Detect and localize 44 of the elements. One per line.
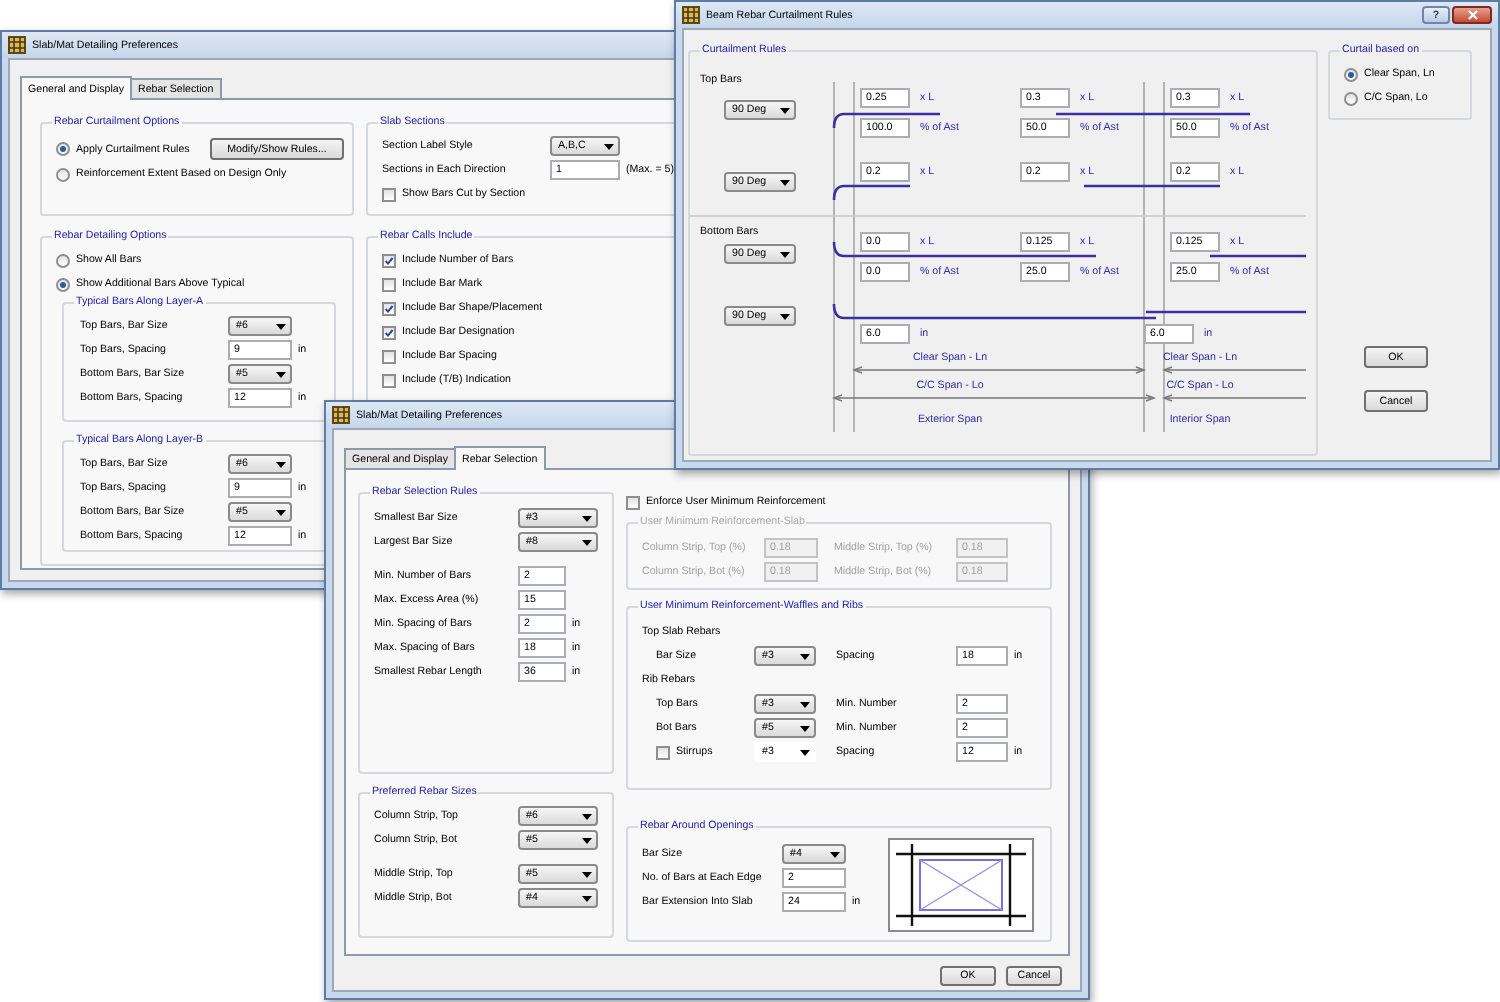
checkbox[interactable]	[382, 325, 396, 339]
close-button[interactable]	[1452, 6, 1492, 24]
dropdown-arrow-icon	[800, 725, 810, 731]
checkbox[interactable]	[656, 745, 670, 759]
dropdown-arrow-icon	[800, 701, 810, 707]
rebar-line	[832, 112, 940, 129]
radio-button[interactable]	[1344, 67, 1358, 81]
radio-button[interactable]	[56, 142, 70, 156]
checkbox[interactable]	[382, 373, 396, 387]
dropdown-arrow-icon	[582, 895, 592, 901]
radio-button[interactable]	[56, 277, 70, 291]
close-icon	[1467, 10, 1477, 20]
rebar-line	[1210, 254, 1306, 258]
dropdown-arrow-icon	[780, 251, 790, 257]
dropdown-arrow-icon	[276, 509, 286, 515]
checkbox[interactable]	[382, 349, 396, 363]
grid-icon	[332, 406, 350, 424]
dropdown-arrow-icon	[800, 653, 810, 659]
rebar-line	[1084, 184, 1220, 188]
checkbox[interactable]	[382, 187, 396, 201]
dropdown-arrow-icon	[800, 749, 810, 755]
checkbox[interactable]	[382, 301, 396, 315]
rebar-line	[832, 184, 910, 201]
dropdown-arrow-icon	[276, 461, 286, 467]
grid-icon	[682, 6, 700, 24]
dropdown-arrow-icon	[582, 837, 592, 843]
checkbox[interactable]	[626, 495, 640, 509]
dropdown-arrow-icon	[276, 371, 286, 377]
checkbox[interactable]	[382, 253, 396, 267]
dropdown-arrow-icon	[582, 871, 592, 877]
dropdown-arrow-icon	[780, 179, 790, 185]
radio-button[interactable]	[56, 253, 70, 267]
radio-button[interactable]	[1344, 91, 1358, 105]
dropdown-arrow-icon	[830, 851, 840, 857]
checkbox[interactable]	[382, 277, 396, 291]
dropdown-arrow-icon	[276, 323, 286, 329]
dropdown-arrow-icon	[582, 813, 592, 819]
dropdown-arrow-icon	[604, 143, 614, 149]
grid-icon	[8, 36, 26, 54]
dropdown-arrow-icon	[582, 539, 592, 545]
radio-button[interactable]	[56, 167, 70, 181]
dropdown-arrow-icon	[582, 515, 592, 521]
dropdown-arrow-icon	[780, 107, 790, 113]
dropdown-arrow-icon	[780, 313, 790, 319]
